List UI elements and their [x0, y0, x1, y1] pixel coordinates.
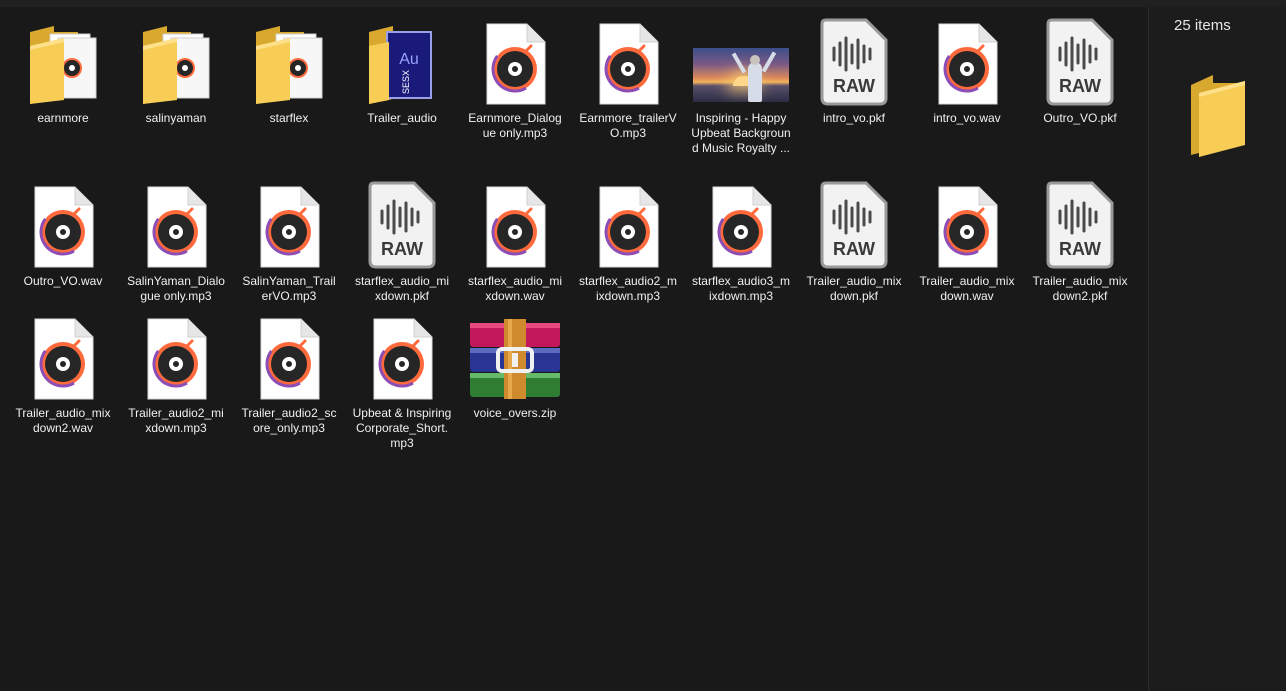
audio-file-icon	[467, 14, 563, 106]
svg-text:RAW: RAW	[833, 239, 875, 259]
file-item[interactable]: voice_overs.zip	[459, 309, 571, 421]
file-item[interactable]: Outro_VO.wav	[7, 177, 119, 289]
raw-file-icon: RAW	[1032, 177, 1128, 269]
audio-file-icon	[919, 14, 1015, 106]
file-item[interactable]: Earnmore_Dialogue only.mp3	[459, 14, 571, 141]
file-name-label: Trailer_audio_mixdown.wav	[919, 274, 1015, 303]
file-item[interactable]: Upbeat & Inspiring Corporate_Short.mp3	[346, 309, 458, 451]
audio-file-icon	[919, 177, 1015, 269]
file-item[interactable]: RAW intro_vo.pkf	[798, 14, 910, 126]
file-name-label: starflex_audio_mixdown.pkf	[354, 274, 450, 303]
folder-icon: Au SESX	[354, 14, 450, 106]
file-name-label: Trailer_audio_mixdown2.wav	[15, 406, 111, 435]
svg-text:SESX: SESX	[401, 70, 411, 94]
file-name-label: earnmore	[37, 111, 89, 125]
file-item[interactable]: Earnmore_trailerVO.mp3	[572, 14, 684, 141]
audio-file-icon	[693, 177, 789, 269]
file-item[interactable]: RAW Outro_VO.pkf	[1024, 14, 1136, 126]
svg-text:RAW: RAW	[1059, 239, 1101, 259]
details-pane: 25 items	[1149, 7, 1286, 691]
file-item[interactable]: RAW Trailer_audio_mixdown2.pkf	[1024, 177, 1136, 304]
audio-file-icon	[241, 309, 337, 401]
file-name-label: starflex_audio2_mixdown.mp3	[578, 274, 678, 303]
file-item[interactable]: starflex_audio2_mixdown.mp3	[572, 177, 684, 304]
title-strip	[0, 0, 1286, 7]
file-name-label: starflex_audio_mixdown.wav	[467, 274, 563, 303]
file-name-label: SalinYaman_TrailerVO.mp3	[242, 274, 336, 303]
folder-preview-icon	[1189, 73, 1247, 162]
audio-file-icon	[241, 177, 337, 269]
file-name-label: Trailer_audio	[367, 111, 437, 125]
file-name-label: Trailer_audio_mixdown.pkf	[806, 274, 902, 303]
file-grid[interactable]: earnmore salinyaman starflex Au SESX Tra…	[0, 7, 1148, 691]
raw-file-icon: RAW	[354, 177, 450, 269]
file-name-label: intro_vo.wav	[933, 111, 1001, 125]
file-item[interactable]: Trailer_audio_mixdown.wav	[911, 177, 1023, 304]
file-item[interactable]: SalinYaman_TrailerVO.mp3	[233, 177, 345, 304]
raw-file-icon: RAW	[806, 177, 902, 269]
image-thumbnail	[693, 14, 789, 106]
file-item[interactable]: starflex	[233, 14, 345, 126]
file-name-label: Upbeat & Inspiring Corporate_Short.mp3	[352, 406, 452, 450]
file-name-label: SalinYaman_Dialogue only.mp3	[127, 274, 225, 303]
file-item[interactable]: starflex_audio3_mixdown.mp3	[685, 177, 797, 304]
file-name-label: starflex	[269, 111, 309, 125]
file-name-label: Trailer_audio2_mixdown.mp3	[128, 406, 224, 435]
svg-text:RAW: RAW	[1059, 76, 1101, 96]
file-name-label: Outro_VO.wav	[23, 274, 103, 288]
folder-icon	[128, 14, 224, 106]
file-item[interactable]: Trailer_audio_mixdown2.wav	[7, 309, 119, 436]
file-item[interactable]: RAW Trailer_audio_mixdown.pkf	[798, 177, 910, 304]
svg-text:RAW: RAW	[381, 239, 423, 259]
file-name-label: Inspiring - Happy Upbeat Background Musi…	[691, 111, 791, 155]
folder-icon	[241, 14, 337, 106]
file-name-label: starflex_audio3_mixdown.mp3	[691, 274, 791, 303]
audio-file-icon	[15, 177, 111, 269]
raw-file-icon: RAW	[1032, 14, 1128, 106]
file-item[interactable]: RAW starflex_audio_mixdown.pkf	[346, 177, 458, 304]
file-item[interactable]: salinyaman	[120, 14, 232, 126]
file-item[interactable]: Trailer_audio2_score_only.mp3	[233, 309, 345, 436]
file-name-label: Trailer_audio_mixdown2.pkf	[1032, 274, 1128, 303]
file-name-label: Outro_VO.pkf	[1043, 111, 1117, 125]
file-name-label: Earnmore_trailerVO.mp3	[579, 111, 677, 140]
audio-file-icon	[128, 309, 224, 401]
svg-text:RAW: RAW	[833, 76, 875, 96]
file-item[interactable]: Trailer_audio2_mixdown.mp3	[120, 309, 232, 436]
file-name-label: Earnmore_Dialogue only.mp3	[468, 111, 562, 140]
file-item[interactable]: Au SESX Trailer_audio	[346, 14, 458, 126]
raw-file-icon: RAW	[806, 14, 902, 106]
file-name-label: voice_overs.zip	[473, 406, 557, 420]
svg-text:Au: Au	[399, 51, 419, 68]
audio-file-icon	[128, 177, 224, 269]
audio-file-icon	[580, 177, 676, 269]
file-item[interactable]: earnmore	[7, 14, 119, 126]
audio-file-icon	[580, 14, 676, 106]
folder-icon	[15, 14, 111, 106]
file-item[interactable]: starflex_audio_mixdown.wav	[459, 177, 571, 304]
file-name-label: intro_vo.pkf	[822, 111, 886, 125]
file-item[interactable]: SalinYaman_Dialogue only.mp3	[120, 177, 232, 304]
item-count: 25 items	[1174, 17, 1231, 34]
winrar-archive-icon	[467, 309, 563, 401]
audio-file-icon	[15, 309, 111, 401]
audio-file-icon	[467, 177, 563, 269]
file-item[interactable]: intro_vo.wav	[911, 14, 1023, 126]
audio-file-icon	[354, 309, 450, 401]
file-name-label: Trailer_audio2_score_only.mp3	[241, 406, 337, 435]
file-name-label: salinyaman	[145, 111, 207, 125]
file-item[interactable]: Inspiring - Happy Upbeat Background Musi…	[685, 14, 797, 156]
